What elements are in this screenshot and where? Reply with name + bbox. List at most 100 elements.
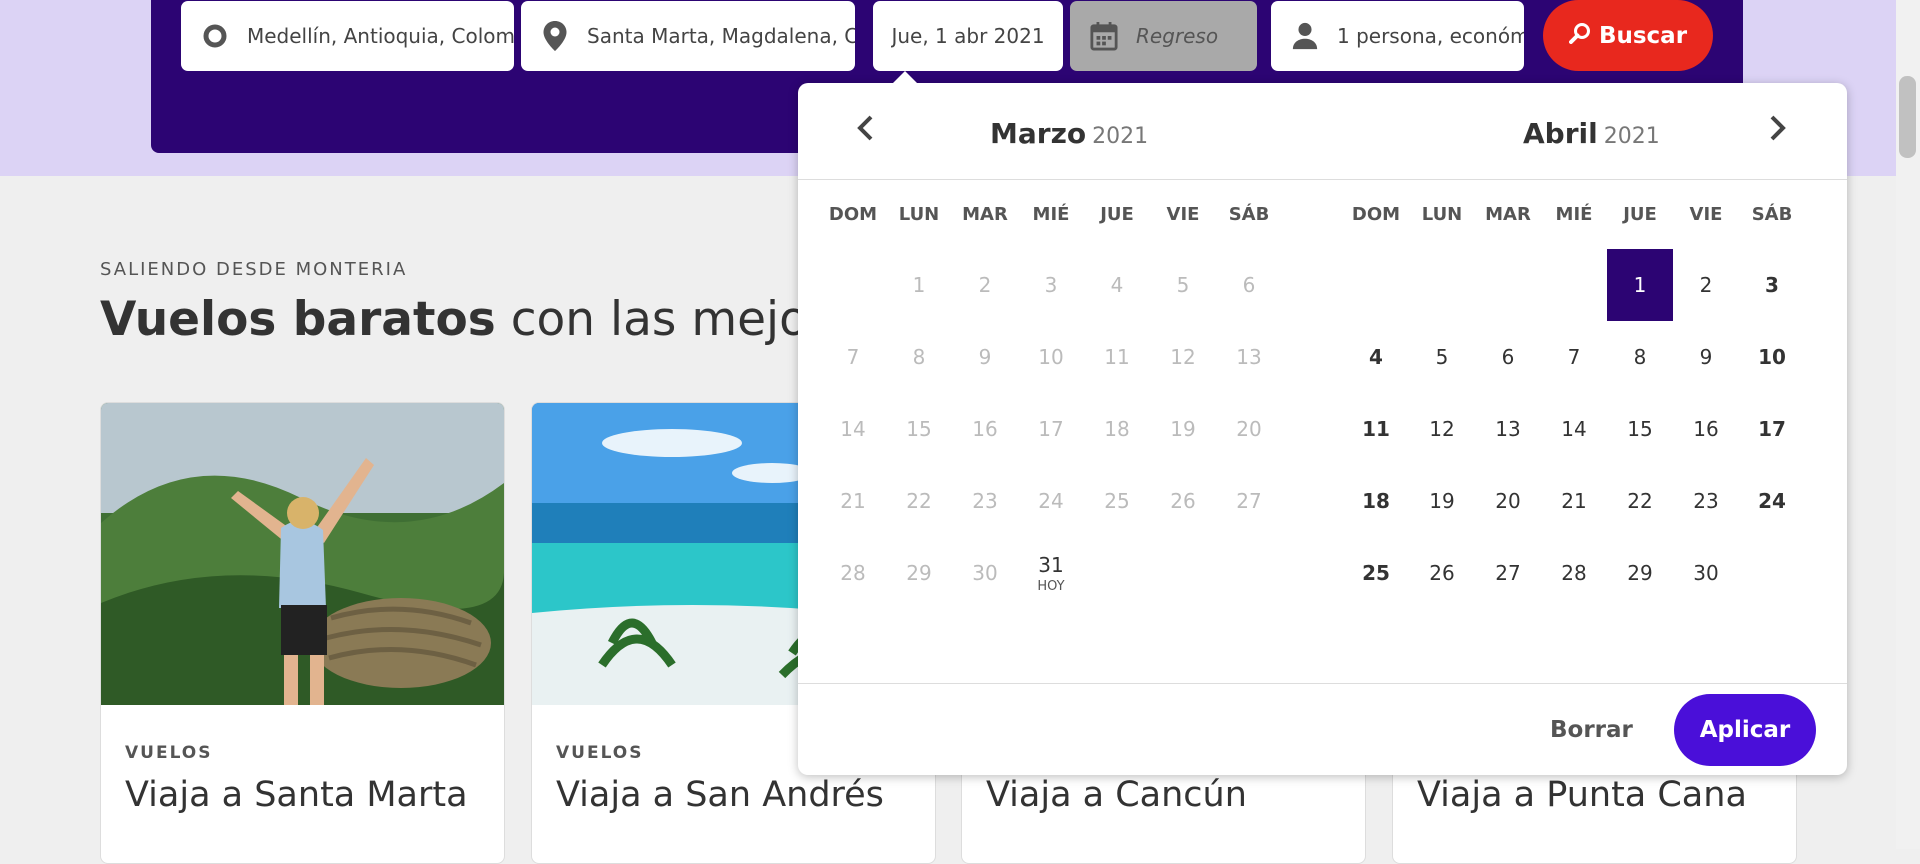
datepicker-pointer	[893, 71, 917, 83]
weekday-label: SÁB	[1228, 203, 1270, 225]
destination-card[interactable]: VUELOS Viaja a Santa Marta	[100, 402, 505, 864]
day-cell[interactable]: 22	[1607, 465, 1673, 537]
day-cell[interactable]: 26	[1409, 537, 1475, 609]
day-cell[interactable]: 17	[1739, 393, 1805, 465]
day-cell[interactable]: 24	[1739, 465, 1805, 537]
day-cell[interactable]: 2	[1673, 249, 1739, 321]
day-number: 7	[1567, 345, 1581, 369]
day-cell[interactable]: 30	[1673, 537, 1739, 609]
card-title[interactable]: Viaja a Punta Cana	[1417, 775, 1747, 815]
section-headline: Vuelos baratos con las mejores	[100, 292, 880, 347]
day-number: 24	[1758, 489, 1786, 513]
day-number: 25	[1104, 489, 1130, 513]
day-cell[interactable]: 1	[1607, 249, 1673, 321]
day-cell: 29	[886, 537, 952, 609]
day-cell[interactable]: 10	[1739, 321, 1805, 393]
day-number: 26	[1429, 561, 1455, 585]
apply-button[interactable]: Aplicar	[1674, 694, 1816, 766]
weekday-label: DOM	[828, 203, 878, 225]
clear-button[interactable]: Borrar	[1550, 707, 1633, 753]
departure-date-field[interactable]: Jue, 1 abr 2021	[873, 1, 1063, 71]
card-title[interactable]: Viaja a Santa Marta	[125, 775, 468, 815]
empty-day-cell	[1343, 249, 1409, 321]
day-cell: 24	[1018, 465, 1084, 537]
day-number: 6	[1242, 273, 1256, 297]
day-number: 21	[840, 489, 866, 513]
weekday-label: MIÉ	[1555, 203, 1593, 225]
month-name: Abril	[1523, 117, 1598, 150]
day-cell[interactable]: 23	[1673, 465, 1739, 537]
day-cell: 31 HOY	[1018, 537, 1084, 609]
day-cell[interactable]: 28	[1541, 537, 1607, 609]
day-number: 28	[1561, 561, 1587, 585]
day-cell[interactable]: 15	[1607, 393, 1673, 465]
passengers-field[interactable]: 1 persona, económica	[1271, 1, 1524, 71]
day-cell[interactable]: 21	[1541, 465, 1607, 537]
location-pin-icon	[541, 21, 569, 51]
day-cell[interactable]: 13	[1475, 393, 1541, 465]
day-cell: 25	[1084, 465, 1150, 537]
day-cell: 4	[1084, 249, 1150, 321]
departure-value: Jue, 1 abr 2021	[891, 24, 1045, 48]
month-name: Marzo	[990, 117, 1087, 150]
day-cell[interactable]: 18	[1343, 465, 1409, 537]
weekday-header: DOM LUN MAR MIÉ JUE VIE SÁB	[1343, 179, 1805, 249]
day-number: 25	[1362, 561, 1390, 585]
day-cell[interactable]: 20	[1475, 465, 1541, 537]
day-cell[interactable]: 29	[1607, 537, 1673, 609]
day-number: 14	[840, 417, 866, 441]
day-number: 30	[972, 561, 998, 585]
month-title-right: Abril 2021	[1523, 117, 1660, 150]
day-cell[interactable]: 12	[1409, 393, 1475, 465]
day-cell[interactable]: 4	[1343, 321, 1409, 393]
day-number: 5	[1176, 273, 1190, 297]
day-cell[interactable]: 27	[1475, 537, 1541, 609]
day-cell[interactable]: 6	[1475, 321, 1541, 393]
day-number: 7	[846, 345, 860, 369]
day-number: 23	[1693, 489, 1719, 513]
day-cell[interactable]: 14	[1541, 393, 1607, 465]
days-grid: 1 2 3 4 5 6 7 8 9 10 11 12 13 14 15 16 17 18 19 20 21 22 23 24 2…	[820, 249, 1282, 609]
day-number: 21	[1561, 489, 1587, 513]
day-number: 22	[1627, 489, 1653, 513]
day-number: 20	[1495, 489, 1521, 513]
weekday-label: JUE	[1100, 203, 1134, 225]
day-number: 30	[1693, 561, 1719, 585]
day-cell[interactable]: 11	[1343, 393, 1409, 465]
month-year: 2021	[1603, 124, 1660, 149]
day-cell[interactable]: 8	[1607, 321, 1673, 393]
day-cell: 19	[1150, 393, 1216, 465]
day-cell: 15	[886, 393, 952, 465]
day-cell[interactable]: 9	[1673, 321, 1739, 393]
page-scrollbar-thumb[interactable]	[1899, 76, 1916, 158]
day-number: 4	[1110, 273, 1124, 297]
origin-circle-icon	[201, 22, 229, 50]
origin-field[interactable]: Medellín, Antioquia, Colombia	[181, 1, 514, 71]
month-title-left: Marzo 2021	[990, 117, 1148, 150]
next-month-button[interactable]	[1761, 113, 1795, 147]
day-number: 6	[1501, 345, 1515, 369]
day-cell[interactable]: 19	[1409, 465, 1475, 537]
day-cell[interactable]: 5	[1409, 321, 1475, 393]
return-date-field[interactable]: Regreso	[1070, 1, 1257, 71]
card-title[interactable]: Viaja a Cancún	[986, 775, 1247, 815]
day-cell: 17	[1018, 393, 1084, 465]
day-cell: 22	[886, 465, 952, 537]
day-cell: 3	[1018, 249, 1084, 321]
day-cell[interactable]: 16	[1673, 393, 1739, 465]
day-cell[interactable]: 7	[1541, 321, 1607, 393]
card-title[interactable]: Viaja a San Andrés	[556, 775, 884, 815]
day-number: 22	[906, 489, 932, 513]
day-number: 15	[1627, 417, 1653, 441]
weekday-header: DOM LUN MAR MIÉ JUE VIE SÁB	[820, 179, 1282, 249]
day-cell: 27	[1216, 465, 1282, 537]
day-cell: 20	[1216, 393, 1282, 465]
prev-month-button[interactable]	[848, 113, 882, 147]
day-number: 27	[1236, 489, 1262, 513]
search-button[interactable]: Buscar	[1543, 0, 1713, 71]
day-cell[interactable]: 25	[1343, 537, 1409, 609]
weekday-label: DOM	[1351, 203, 1401, 225]
day-cell[interactable]: 3	[1739, 249, 1805, 321]
month-grid-march: DOM LUN MAR MIÉ JUE VIE SÁB 1 2 3 4 5 6 7 8 9 10 11 12 13 1…	[820, 179, 1282, 609]
destination-field[interactable]: Santa Marta, Magdalena, Colombia	[521, 1, 855, 71]
